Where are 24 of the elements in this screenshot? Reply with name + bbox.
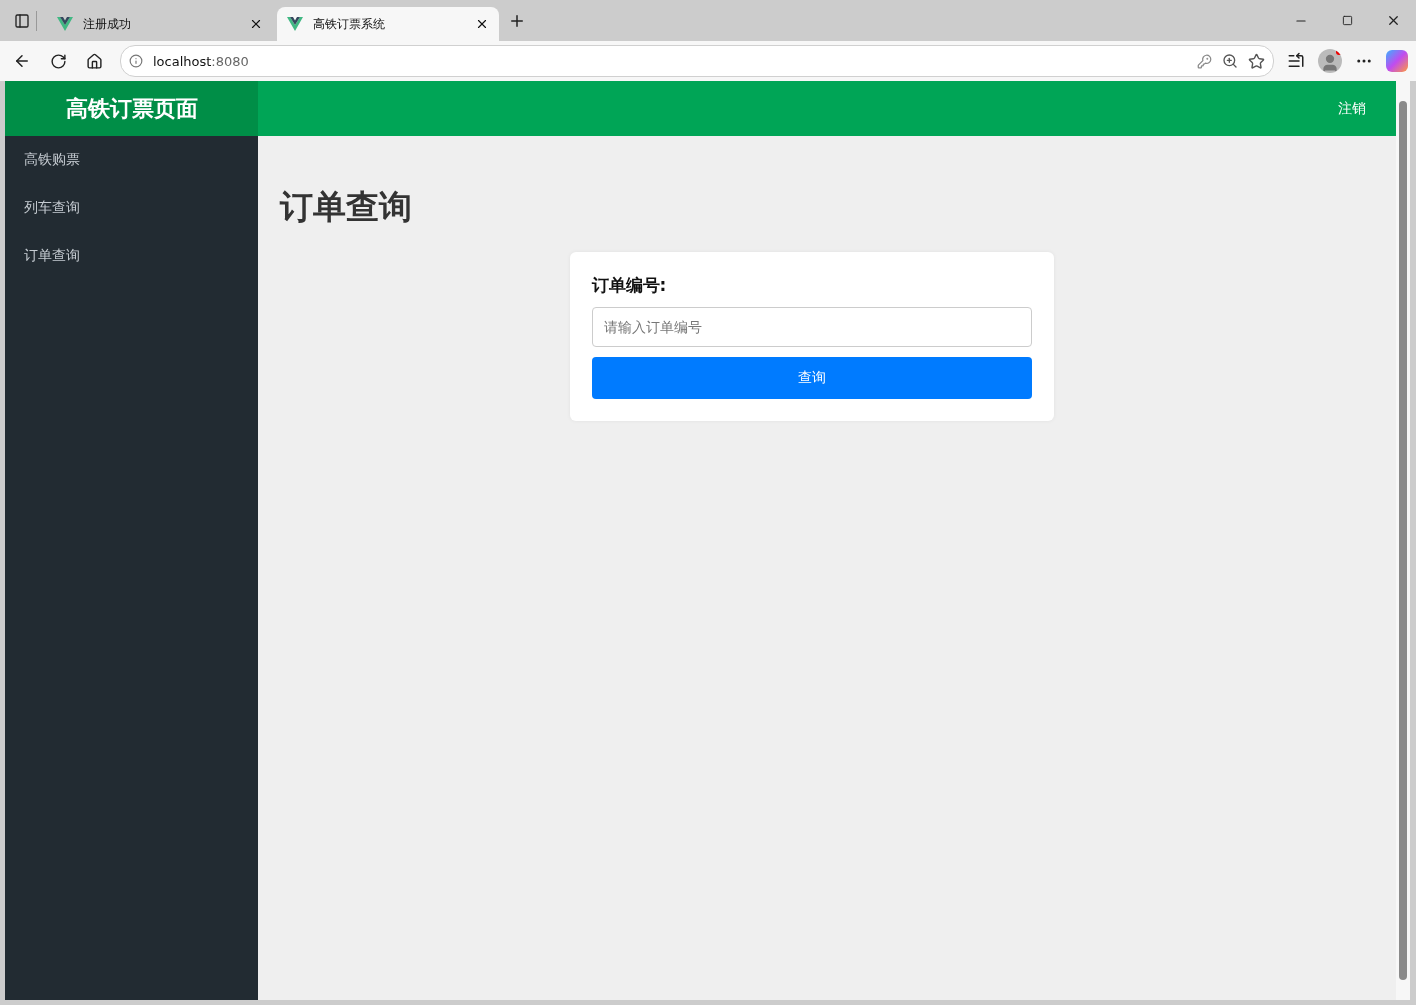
- order-number-field[interactable]: 请输入订单编号: [591, 307, 1032, 347]
- sidebar-item[interactable]: 高铁购票: [5, 136, 258, 184]
- sidebar-item[interactable]: 列车查询: [5, 184, 258, 232]
- field-label: 订单编号:: [591, 274, 668, 297]
- sidebar-item[interactable]: 订单查询: [5, 232, 258, 280]
- browser-tab[interactable]: 注册成功: [47, 7, 273, 41]
- close-icon[interactable]: [249, 17, 263, 31]
- brand-title: 高铁订票页面: [5, 81, 258, 136]
- v-logo-icon: [57, 17, 73, 31]
- address-bar[interactable]: localhost:8080: [120, 45, 1274, 77]
- zoom-icon[interactable]: [1222, 53, 1238, 69]
- tab-title: 高铁订票系统: [313, 15, 386, 33]
- key-icon[interactable]: [1197, 53, 1212, 69]
- browser-tab[interactable]: 高铁订票系统: [277, 7, 499, 41]
- star-icon[interactable]: [1248, 52, 1265, 70]
- page-title: 订单查询: [280, 186, 413, 228]
- url-text: localhost:8080: [153, 53, 250, 69]
- query-button[interactable]: 查询: [591, 357, 1032, 399]
- info-icon[interactable]: [129, 54, 143, 68]
- profile-avatar-icon[interactable]: [1318, 49, 1342, 73]
- v-logo-icon: [287, 17, 303, 31]
- close-icon[interactable]: [475, 17, 489, 31]
- tab-title: 注册成功: [83, 15, 132, 33]
- scrollbar[interactable]: [1396, 81, 1410, 1000]
